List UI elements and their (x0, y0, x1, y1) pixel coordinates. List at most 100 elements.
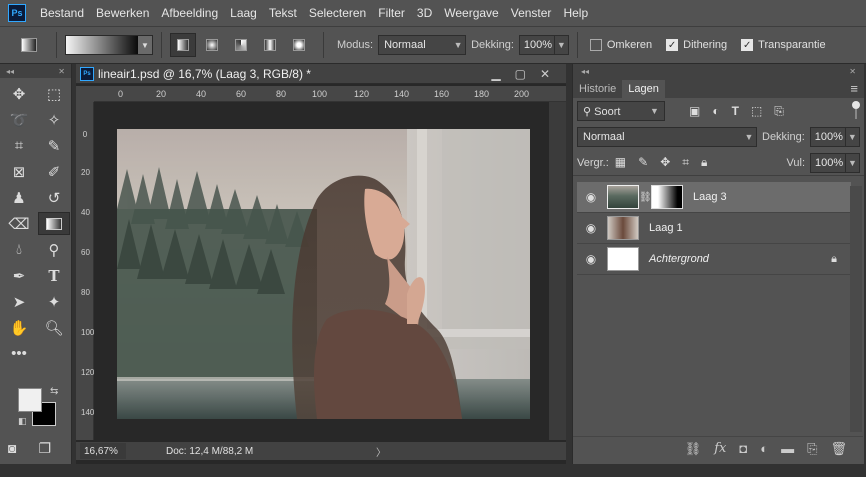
shape-filter-icon[interactable]: ⬚ (751, 104, 762, 119)
new-layer-icon[interactable]: ⎘ (807, 441, 817, 457)
layer-thumbnail[interactable] (607, 185, 639, 209)
fill-field[interactable]: 100% (810, 152, 846, 173)
lock-icon[interactable]: 🔒︎ (831, 253, 837, 266)
clone-stamp-tool-icon[interactable]: ♟ (3, 186, 35, 209)
pixel-filter-icon[interactable]: ▣ (689, 104, 700, 119)
angle-gradient-button[interactable] (228, 33, 254, 57)
menu-venster[interactable]: Venster (505, 0, 558, 26)
chevron-right-icon[interactable]: 〉 (376, 444, 386, 459)
layer-name[interactable]: Achtergrond (649, 253, 709, 265)
layer-name[interactable]: Laag 1 (649, 222, 683, 234)
adjustment-layer-icon[interactable]: ◐ (760, 441, 768, 456)
default-colors-icon[interactable]: ◧ (18, 416, 27, 427)
hand-tool-icon[interactable]: ✋ (3, 316, 35, 339)
dither-checkbox[interactable]: ✓ Dithering (666, 39, 727, 51)
menu-3d[interactable]: 3D (411, 0, 438, 26)
tool-preset-picker[interactable] (10, 33, 48, 57)
menu-tekst[interactable]: Tekst (263, 0, 303, 26)
canvas-image[interactable] (117, 129, 530, 419)
shape-tool-icon[interactable]: ✦ (38, 290, 70, 313)
collapse-icon[interactable]: ◂◂ (581, 67, 589, 76)
type-filter-icon[interactable]: T (732, 104, 739, 119)
menu-afbeelding[interactable]: Afbeelding (155, 0, 224, 26)
reflected-gradient-button[interactable] (257, 33, 283, 57)
close-icon[interactable]: ✕ (540, 67, 550, 81)
filter-toggle[interactable] (852, 101, 860, 121)
mode-dropdown[interactable]: Normaal ▼ (378, 35, 467, 55)
reverse-checkbox-box[interactable] (589, 39, 602, 51)
gradient-picker[interactable]: ▼ (65, 35, 153, 55)
quick-mask-icon[interactable]: ◙ (8, 440, 16, 457)
pen-tool-icon[interactable]: ✒ (3, 264, 35, 287)
pasteboard[interactable] (95, 103, 549, 440)
type-tool-icon[interactable]: T (38, 264, 70, 287)
new-group-icon[interactable]: ▬ (781, 441, 794, 456)
magic-wand-tool-icon[interactable]: ✧ (38, 108, 70, 131)
menu-selecteren[interactable]: Selecteren (303, 0, 372, 26)
lock-pixels-icon[interactable]: ✎ (638, 155, 648, 170)
toolbox-grip[interactable]: ◂◂ ✕ (0, 64, 71, 78)
eyedropper-tool-icon[interactable]: ✎ (38, 134, 70, 157)
horizontal-ruler[interactable]: 0 20 40 60 80 100 120 140 160 180 200 (94, 86, 566, 102)
menu-bestand[interactable]: Bestand (34, 0, 90, 26)
chevron-down-icon[interactable]: ▼ (138, 36, 152, 54)
blend-mode-dropdown[interactable]: Normaal ▼ (577, 127, 757, 147)
add-mask-icon[interactable]: ◘ (739, 441, 747, 456)
layer-style-icon[interactable]: fx (714, 441, 726, 456)
opacity-field[interactable]: 100% (518, 35, 555, 55)
layer-opacity-field[interactable]: 100% (809, 127, 846, 147)
delete-layer-icon[interactable]: 🗑︎ (830, 441, 847, 457)
layer-row-laag-3[interactable]: ◉ ⛓ Laag 3 (577, 182, 851, 213)
eye-icon[interactable]: ◉ (577, 190, 605, 204)
link-icon[interactable]: ⛓ (639, 192, 652, 203)
close-icon[interactable]: ✕ (849, 67, 856, 76)
reverse-checkbox[interactable]: Omkeren (589, 39, 652, 51)
history-brush-tool-icon[interactable]: ↺ (38, 186, 70, 209)
crop-tool-icon[interactable]: ⌗ (3, 134, 35, 157)
layer-thumbnail[interactable] (607, 216, 639, 240)
screen-mode-icon[interactable]: ❐ (38, 440, 51, 457)
layer-row-achtergrond[interactable]: ◉ Achtergrond 🔒︎ (577, 244, 851, 275)
adjustment-filter-icon[interactable]: ◐ (712, 104, 719, 119)
dodge-tool-icon[interactable]: ⚲ (38, 238, 70, 261)
tab-layers[interactable]: Lagen (622, 80, 665, 98)
vertical-scrollbar[interactable] (549, 102, 566, 440)
collapse-icon[interactable]: ◂◂ (6, 67, 14, 76)
minimize-icon[interactable]: ▁ (491, 67, 500, 81)
menu-help[interactable]: Help (557, 0, 594, 26)
linear-gradient-button[interactable] (170, 33, 196, 57)
ruler-origin[interactable] (76, 86, 94, 102)
diamond-gradient-button[interactable] (286, 33, 312, 57)
lasso-tool-icon[interactable]: ➰ (3, 108, 35, 131)
menu-bewerken[interactable]: Bewerken (90, 0, 155, 26)
link-layers-icon[interactable]: ⛓ (685, 441, 702, 457)
more-tools-icon[interactable]: ••• (3, 342, 35, 365)
path-selection-tool-icon[interactable]: ➤ (3, 290, 35, 313)
layers-scrollbar[interactable] (850, 186, 862, 432)
check-icon[interactable]: ✓ (666, 39, 679, 51)
opacity-slider-button[interactable]: ▼ (554, 35, 569, 55)
radial-gradient-button[interactable] (199, 33, 225, 57)
eraser-tool-icon[interactable]: ⌫ (3, 212, 35, 235)
layer-opacity-slider-button[interactable]: ▼ (845, 127, 860, 147)
transparency-checkbox[interactable]: ✓ Transparantie (741, 39, 826, 51)
zoom-field[interactable]: 16,67% (80, 443, 126, 459)
vertical-ruler[interactable]: 0 20 40 60 80 100 120 140 (76, 102, 94, 440)
menu-weergave[interactable]: Weergave (438, 0, 504, 26)
marquee-tool-icon[interactable]: ⬚ (38, 82, 70, 105)
menu-laag[interactable]: Laag (224, 0, 263, 26)
gradient-tool-icon[interactable] (38, 212, 70, 235)
healing-brush-tool-icon[interactable]: ⊠ (3, 160, 35, 183)
panel-menu-icon[interactable]: ≡ (850, 81, 858, 96)
zoom-tool-icon[interactable]: 🔍︎ (38, 316, 70, 339)
layer-name[interactable]: Laag 3 (693, 191, 727, 203)
maximize-icon[interactable]: ▢ (515, 67, 526, 81)
layer-mask-thumbnail[interactable] (651, 185, 683, 209)
fill-slider-button[interactable]: ▼ (846, 152, 860, 173)
eye-icon[interactable]: ◉ (577, 252, 605, 266)
smart-object-filter-icon[interactable]: ⎘ (774, 104, 784, 119)
tab-history[interactable]: Historie (573, 80, 622, 98)
document-tab[interactable]: Ps lineair1.psd @ 16,7% (Laag 3, RGB/8) … (76, 64, 566, 84)
blur-tool-icon[interactable]: 💧︎ (3, 238, 35, 261)
panel-grip[interactable]: ◂◂ ✕ (573, 64, 864, 78)
